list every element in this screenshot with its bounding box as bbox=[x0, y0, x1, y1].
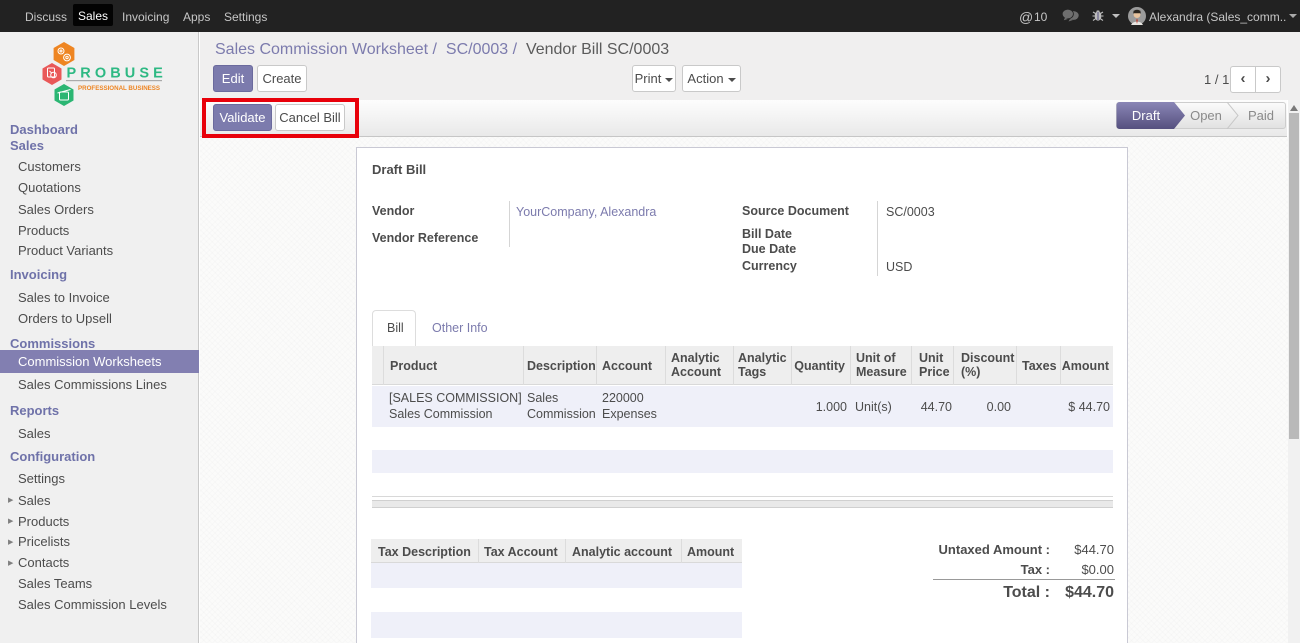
svg-text:Paid: Paid bbox=[1248, 108, 1274, 123]
svg-text:PROFESSIONAL BUSINESS: PROFESSIONAL BUSINESS bbox=[78, 85, 160, 92]
svg-text:PROBUSE: PROBUSE bbox=[67, 66, 167, 82]
svg-text:Draft: Draft bbox=[1132, 108, 1161, 123]
svg-text:Open: Open bbox=[1190, 108, 1222, 123]
